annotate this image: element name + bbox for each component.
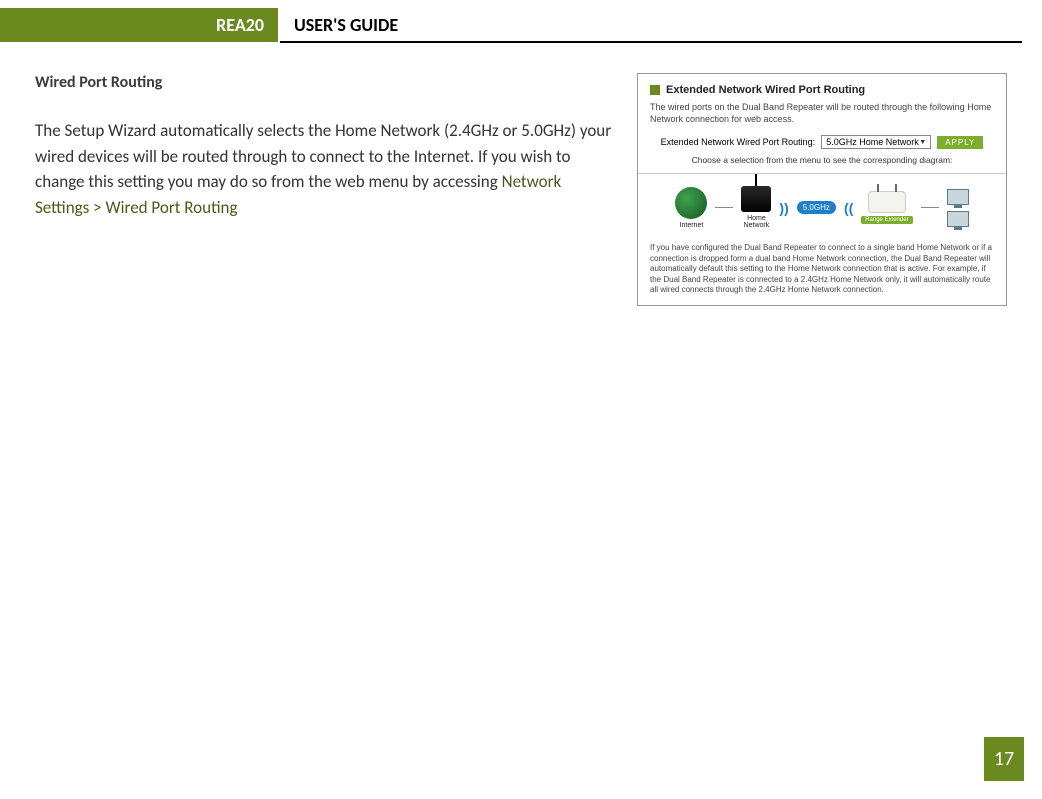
clients-node (947, 189, 969, 227)
globe-icon (675, 187, 707, 219)
extender-label: Range Extender (861, 216, 912, 224)
page-number: 17 (984, 737, 1024, 781)
ss-title: Extended Network Wired Port Routing (666, 84, 865, 96)
ss-form-label: Extended Network Wired Port Routing: (661, 137, 816, 147)
doc-title: USER'S GUIDE (280, 8, 1042, 42)
internet-node: Internet (675, 187, 707, 229)
divider (638, 173, 1006, 174)
ss-title-row: Extended Network Wired Port Routing (650, 84, 994, 96)
signal-out-icon: )) (779, 200, 788, 216)
router-icon (741, 186, 771, 212)
monitor-icon (947, 189, 969, 205)
band-select[interactable]: 5.0GHz Home Network ▼ (821, 135, 931, 149)
signal-in-icon: )) (844, 200, 853, 216)
connector-line (715, 207, 733, 208)
ss-footer-note: If you have configured the Dual Band Rep… (650, 243, 994, 295)
network-diagram: Internet Home Network )) 5.0GHz )) Range… (650, 186, 994, 229)
ss-form-row: Extended Network Wired Port Routing: 5.0… (650, 135, 994, 149)
router-node: Home Network (741, 186, 771, 229)
model-badge: REA20 (0, 8, 280, 42)
monitor-icon (947, 211, 969, 227)
chevron-down-icon: ▼ (919, 139, 926, 146)
select-value: 5.0GHz Home Network (826, 137, 919, 147)
band-badge: 5.0GHz (797, 201, 836, 214)
internet-label: Internet (680, 222, 704, 229)
content-area: Wired Port Routing The Setup Wizard auto… (0, 43, 1042, 306)
doc-header: REA20 USER'S GUIDE (0, 8, 1042, 42)
ss-subtext: Choose a selection from the menu to see … (650, 155, 994, 165)
section-heading: Wired Port Routing (35, 73, 615, 92)
extender-node: Range Extender (861, 191, 912, 224)
embedded-screenshot: Extended Network Wired Port Routing The … (637, 73, 1007, 306)
text-column: Wired Port Routing The Setup Wizard auto… (35, 73, 615, 306)
ss-description: The wired ports on the Dual Band Repeate… (650, 102, 994, 125)
apply-button[interactable]: APPLY (937, 136, 983, 149)
square-bullet-icon (650, 85, 660, 95)
connector-line-2 (921, 207, 939, 208)
home-label: Home Network (744, 215, 770, 229)
body-paragraph: The Setup Wizard automatically selects t… (35, 118, 615, 220)
extender-icon (868, 191, 906, 213)
